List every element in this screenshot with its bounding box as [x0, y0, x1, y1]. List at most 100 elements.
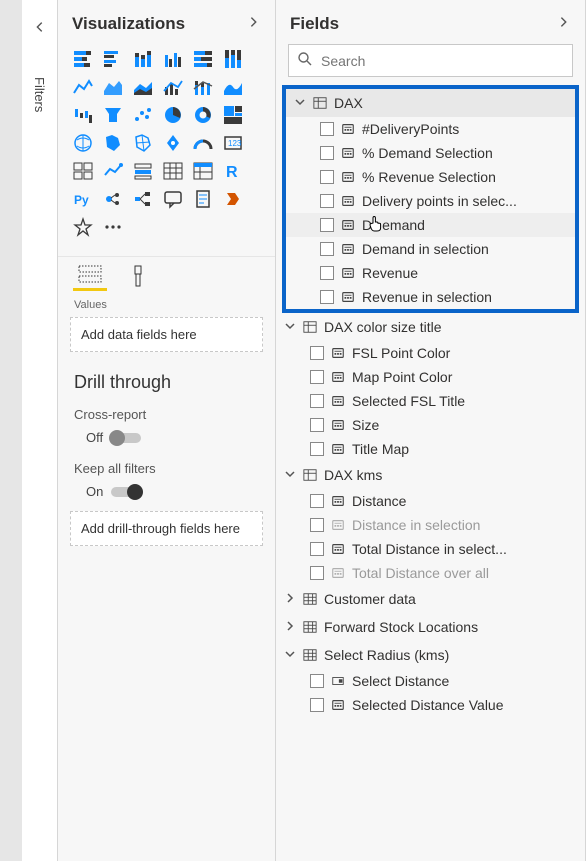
field-checkbox[interactable] — [320, 266, 334, 280]
measure-icon — [330, 417, 346, 433]
viz-stacked-bar[interactable] — [72, 48, 94, 70]
viz-key-influencers[interactable] — [102, 188, 124, 210]
viz-donut[interactable] — [192, 104, 214, 126]
field-demand[interactable]: Demand — [286, 213, 575, 237]
fields-search[interactable] — [288, 44, 573, 77]
field--demand-selection[interactable]: % Demand Selection — [286, 141, 575, 165]
viz-line[interactable] — [72, 76, 94, 98]
field-checkbox[interactable] — [310, 394, 324, 408]
search-input[interactable] — [321, 53, 564, 69]
chevron-down-icon — [284, 647, 296, 663]
viz-stacked-column[interactable] — [132, 48, 154, 70]
viz-matrix[interactable] — [192, 160, 214, 182]
field-checkbox[interactable] — [310, 442, 324, 456]
viz-ribbon[interactable] — [222, 76, 244, 98]
field-selected-fsl-title[interactable]: Selected FSL Title — [276, 389, 585, 413]
viz-map[interactable] — [72, 132, 94, 154]
field-checkbox[interactable] — [320, 170, 334, 184]
viz-pie[interactable] — [162, 104, 184, 126]
field-checkbox[interactable] — [320, 218, 334, 232]
viz-waterfall[interactable] — [72, 104, 94, 126]
field-size[interactable]: Size — [276, 413, 585, 437]
fields-well-tab[interactable] — [76, 265, 104, 291]
chevron-right-icon[interactable] — [557, 15, 571, 34]
field-checkbox[interactable] — [320, 290, 334, 304]
keep-filters-toggle[interactable] — [111, 487, 141, 497]
drill-through-drop-zone[interactable]: Add drill-through fields here — [70, 511, 263, 546]
viz-custom-visual[interactable] — [72, 216, 94, 238]
viz-shape-map[interactable] — [132, 132, 154, 154]
field-distance[interactable]: Distance — [276, 489, 585, 513]
field-title-map[interactable]: Title Map — [276, 437, 585, 461]
viz-arcgis[interactable] — [162, 132, 184, 154]
field-checkbox[interactable] — [310, 418, 324, 432]
field-map-point-color[interactable]: Map Point Color — [276, 365, 585, 389]
field-checkbox[interactable] — [310, 674, 324, 688]
field-checkbox[interactable] — [320, 242, 334, 256]
viz-stacked-area[interactable] — [132, 76, 154, 98]
viz-area[interactable] — [102, 76, 124, 98]
viz-multi-card[interactable] — [72, 160, 94, 182]
viz-line-stacked[interactable] — [192, 76, 214, 98]
field-select-distance[interactable]: Select Distance — [276, 669, 585, 693]
chevron-right-icon[interactable] — [247, 15, 261, 34]
measure-icon — [340, 121, 356, 137]
field-checkbox[interactable] — [320, 122, 334, 136]
viz-gauge[interactable] — [192, 132, 214, 154]
viz-r-visual[interactable]: R — [222, 160, 244, 182]
measure-icon — [340, 217, 356, 233]
cross-report-toggle[interactable] — [111, 433, 141, 443]
field-revenue[interactable]: Revenue — [286, 261, 575, 285]
field-checkbox[interactable] — [310, 698, 324, 712]
viz-slicer[interactable] — [132, 160, 154, 182]
table-customer-data[interactable]: Customer data — [276, 585, 585, 613]
values-drop-zone[interactable]: Add data fields here — [70, 317, 263, 352]
field-demand-in-selection[interactable]: Demand in selection — [286, 237, 575, 261]
filters-collapsed-panel[interactable]: Filters — [22, 0, 58, 861]
table-select-radius-kms-[interactable]: Select Radius (kms) — [276, 641, 585, 669]
field-selected-distance-value[interactable]: Selected Distance Value — [276, 693, 585, 717]
viz-stacked-bar-100[interactable] — [192, 48, 214, 70]
field-checkbox[interactable] — [310, 566, 324, 580]
viz-clustered-bar[interactable] — [102, 48, 124, 70]
viz-paginated[interactable] — [192, 188, 214, 210]
table-dax[interactable]: DAX — [286, 89, 575, 117]
table-forward-stock-locations[interactable]: Forward Stock Locations — [276, 613, 585, 641]
viz-table[interactable] — [162, 160, 184, 182]
field-checkbox[interactable] — [320, 146, 334, 160]
viz-decomposition[interactable] — [132, 188, 154, 210]
field-delivery-points-in-selec-[interactable]: Delivery points in selec... — [286, 189, 575, 213]
field--revenue-selection[interactable]: % Revenue Selection — [286, 165, 575, 189]
viz-card[interactable]: 123 — [222, 132, 244, 154]
viz-treemap[interactable] — [222, 104, 244, 126]
field--deliverypoints[interactable]: #DeliveryPoints — [286, 117, 575, 141]
viz-qna[interactable] — [162, 188, 184, 210]
field-checkbox[interactable] — [310, 494, 324, 508]
field-checkbox[interactable] — [310, 346, 324, 360]
viz-clustered-column-100[interactable] — [222, 48, 244, 70]
field-revenue-in-selection[interactable]: Revenue in selection — [286, 285, 575, 309]
viz-more[interactable] — [102, 216, 124, 238]
search-icon — [297, 51, 313, 70]
format-tab[interactable] — [124, 265, 152, 291]
viz-funnel[interactable] — [102, 104, 124, 126]
field-checkbox[interactable] — [310, 518, 324, 532]
viz-python[interactable]: Py — [72, 188, 94, 210]
viz-line-clustered[interactable] — [162, 76, 184, 98]
field-checkbox[interactable] — [310, 370, 324, 384]
table-dax-kms[interactable]: DAX kms — [276, 461, 585, 489]
field-total-distance-over-all[interactable]: Total Distance over all — [276, 561, 585, 585]
field-checkbox[interactable] — [310, 542, 324, 556]
field-label: % Demand Selection — [362, 145, 493, 161]
field-fsl-point-color[interactable]: FSL Point Color — [276, 341, 585, 365]
viz-filled-map[interactable] — [102, 132, 124, 154]
visualizations-panel: Visualizations 123RPy Values Add data fi… — [58, 0, 276, 861]
viz-power-apps[interactable] — [222, 188, 244, 210]
field-total-distance-in-select-[interactable]: Total Distance in select... — [276, 537, 585, 561]
viz-scatter[interactable] — [132, 104, 154, 126]
viz-kpi[interactable] — [102, 160, 124, 182]
viz-clustered-column[interactable] — [162, 48, 184, 70]
field-checkbox[interactable] — [320, 194, 334, 208]
table-dax-color-size-title[interactable]: DAX color size title — [276, 313, 585, 341]
field-distance-in-selection[interactable]: Distance in selection — [276, 513, 585, 537]
